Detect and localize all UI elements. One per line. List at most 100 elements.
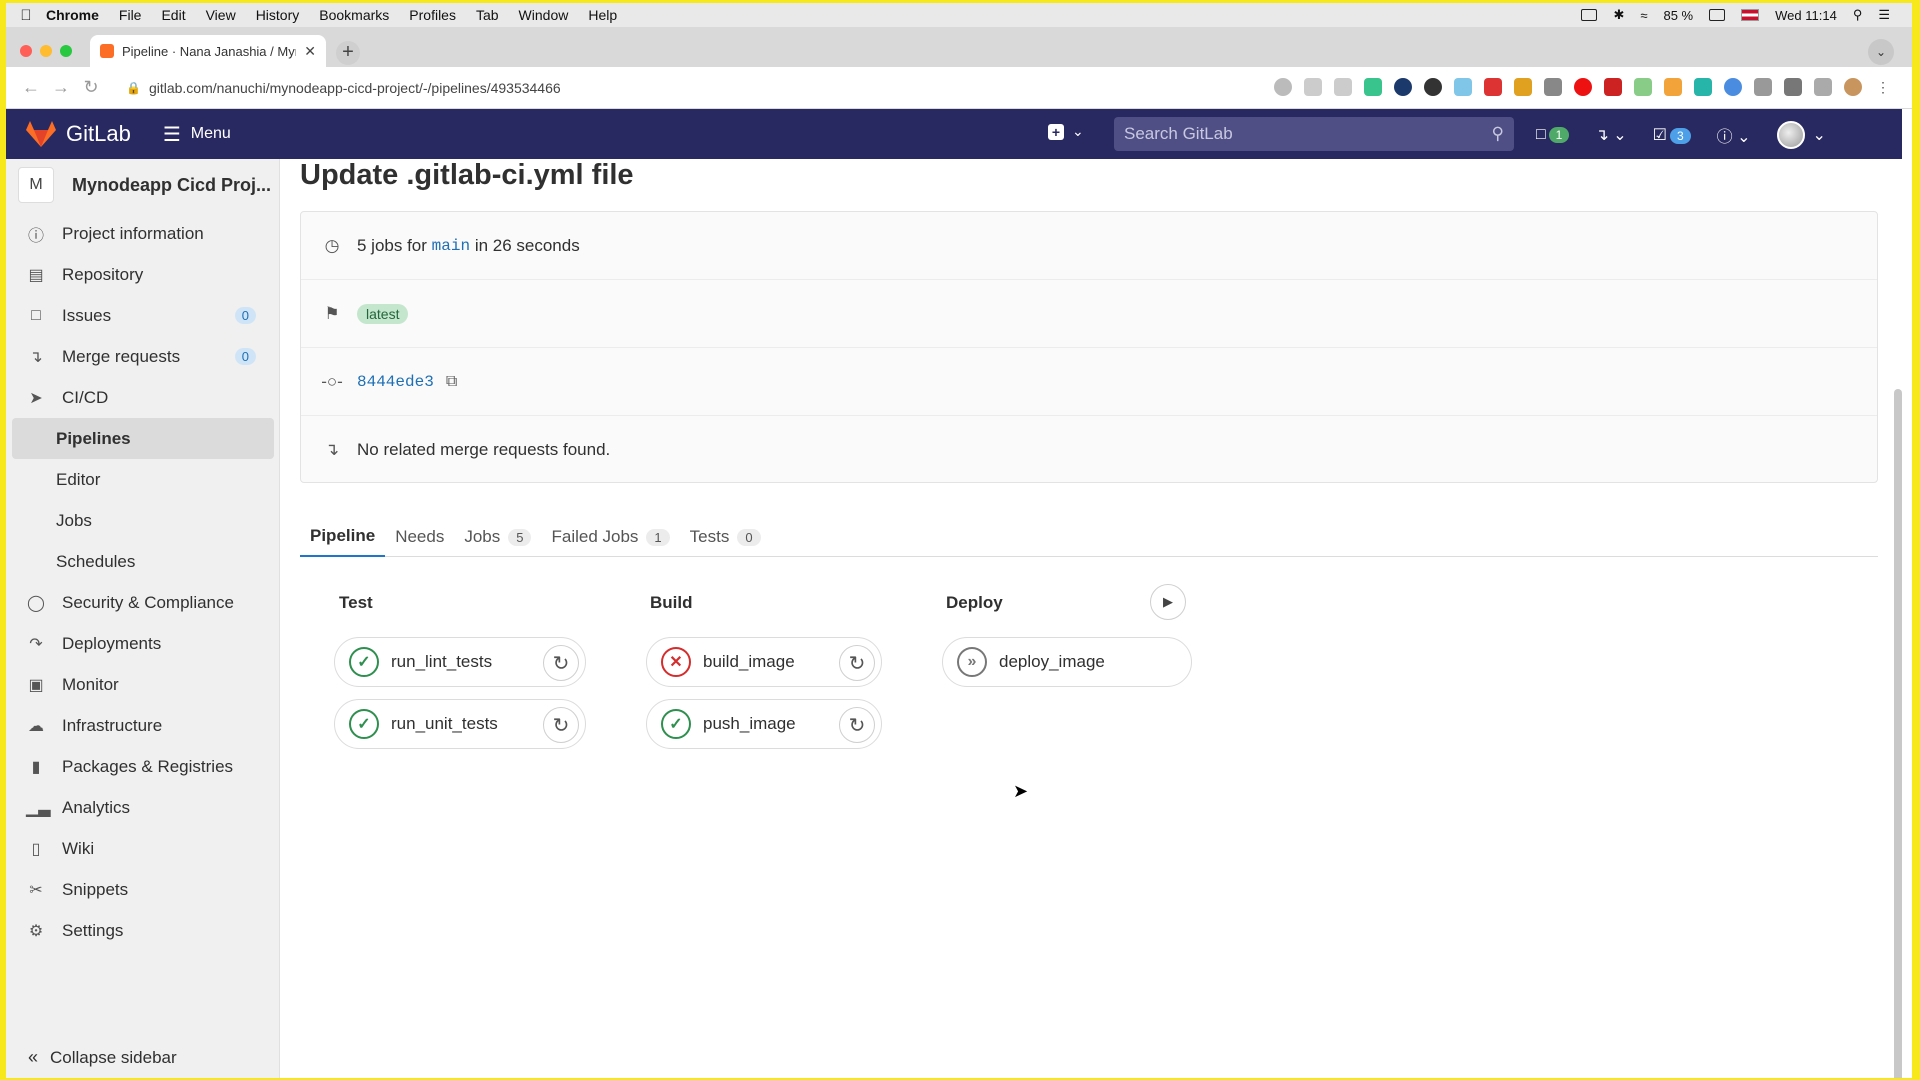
sidebar-item-repository[interactable]: ▤ Repository — [6, 254, 280, 295]
tab-jobs[interactable]: Jobs 5 — [454, 517, 541, 557]
extension-pinterest-icon[interactable] — [1574, 78, 1592, 96]
menu-view[interactable]: View — [206, 7, 236, 23]
extension-dark-icon[interactable] — [1424, 78, 1442, 96]
merge-requests-dropdown[interactable]: ↴ ⌄ — [1595, 125, 1626, 145]
sidebar-item-editor[interactable]: Editor — [6, 459, 280, 500]
menu-button[interactable]: ☰ Menu — [163, 122, 231, 147]
menu-file[interactable]: File — [119, 7, 142, 23]
maximize-window-icon[interactable] — [60, 45, 72, 57]
screen-record-icon[interactable] — [1581, 9, 1598, 21]
menu-tab[interactable]: Tab — [476, 7, 499, 23]
extension-red-icon[interactable] — [1484, 78, 1502, 96]
sidebar-item-snippets[interactable]: ✂ Snippets — [6, 869, 280, 910]
sidebar-item-analytics[interactable]: ▁▃ Analytics — [6, 787, 280, 828]
reload-icon[interactable]: ↻ — [76, 77, 106, 98]
bluetooth-icon[interactable]: ✱ — [1613, 7, 1624, 23]
tab-needs[interactable]: Needs — [385, 517, 454, 557]
back-icon[interactable]: ← — [16, 77, 46, 98]
menu-bookmarks[interactable]: Bookmarks — [319, 7, 389, 23]
extension-timer-icon[interactable] — [1454, 78, 1472, 96]
spotlight-icon[interactable]: ⚲ — [1853, 7, 1863, 23]
bookmark-star-icon[interactable] — [1334, 78, 1352, 96]
extension-n-icon[interactable] — [1364, 78, 1382, 96]
share-icon[interactable] — [1304, 78, 1322, 96]
apple-icon[interactable]:  — [6, 7, 46, 24]
menu-help[interactable]: Help — [588, 7, 617, 23]
play-stage-icon[interactable]: ▶ — [1150, 584, 1186, 620]
retry-icon[interactable]: ↻ — [839, 645, 875, 681]
lock-icon[interactable]: 🔒 — [126, 81, 141, 95]
battery-icon[interactable] — [1709, 9, 1726, 21]
more-vert-icon[interactable]: ⋮ — [1874, 78, 1892, 96]
extension-pen-icon[interactable] — [1634, 78, 1652, 96]
control-center-icon[interactable]: ☰ — [1878, 7, 1890, 23]
zoom-icon[interactable] — [1274, 78, 1292, 96]
reading-list-icon[interactable] — [1814, 78, 1832, 96]
menu-history[interactable]: History — [256, 7, 300, 23]
copy-icon[interactable]: ⧉ — [446, 373, 457, 391]
retry-icon[interactable]: ↻ — [543, 707, 579, 743]
extension-youtube-icon[interactable] — [1604, 78, 1622, 96]
collapse-sidebar-button[interactable]: « Collapse sidebar — [28, 1047, 177, 1068]
new-dropdown[interactable]: + ⌄ — [1048, 123, 1084, 140]
extension-orange-icon[interactable] — [1664, 78, 1682, 96]
minimize-window-icon[interactable] — [40, 45, 52, 57]
job-run-unit-tests[interactable]: ✓ run_unit_tests ↻ — [334, 699, 586, 749]
menu-app[interactable]: Chrome — [46, 7, 99, 23]
scrollbar[interactable] — [1894, 389, 1902, 1078]
close-tab-icon[interactable]: ✕ — [304, 43, 316, 60]
new-tab-icon[interactable]: + — [336, 41, 360, 65]
branch-link[interactable]: main — [432, 237, 470, 255]
extension-badge-icon[interactable] — [1514, 78, 1532, 96]
tab-failed-jobs[interactable]: Failed Jobs 1 — [541, 517, 679, 557]
gitlab-logo[interactable]: GitLab — [26, 120, 131, 148]
sidebar-item-pipelines[interactable]: Pipelines — [12, 418, 274, 459]
user-menu[interactable]: ⌄ — [1776, 121, 1826, 149]
clock[interactable]: Wed 11:14 — [1775, 8, 1837, 23]
puzzle-icon[interactable] — [1784, 78, 1802, 96]
job-run-lint-tests[interactable]: ✓ run_lint_tests ↻ — [334, 637, 586, 687]
retry-icon[interactable]: ↻ — [839, 707, 875, 743]
extension-grey-icon[interactable] — [1544, 78, 1562, 96]
issues-shortcut[interactable]: □ 1 — [1536, 126, 1570, 144]
sidebar-item-packages[interactable]: ▮ Packages & Registries — [6, 746, 280, 787]
retry-icon[interactable]: ↻ — [543, 645, 579, 681]
input-source-flag-icon[interactable] — [1741, 9, 1760, 21]
job-build-image[interactable]: ✕ build_image ↻ — [646, 637, 882, 687]
job-push-image[interactable]: ✓ push_image ↻ — [646, 699, 882, 749]
todos-shortcut[interactable]: ☑ 3 — [1653, 125, 1691, 145]
sidebar-item-monitor[interactable]: ▣ Monitor — [6, 664, 280, 705]
forward-icon[interactable]: → — [46, 77, 76, 98]
sidebar-item-project-information[interactable]: ⓘ Project information — [6, 213, 280, 254]
help-dropdown[interactable]: ⓘ ⌄ — [1717, 123, 1751, 147]
sidebar-item-cicd[interactable]: ➤ CI/CD — [6, 377, 280, 418]
job-deploy-image[interactable]: » deploy_image — [942, 637, 1192, 687]
extension-o-icon[interactable] — [1394, 78, 1412, 96]
sidebar-item-settings[interactable]: ⚙ Settings — [6, 910, 280, 951]
sidebar-item-wiki[interactable]: ▯ Wiki — [6, 828, 280, 869]
sidebar-item-merge-requests[interactable]: ↴ Merge requests 0 — [6, 336, 280, 377]
sidebar-item-jobs[interactable]: Jobs — [6, 500, 280, 541]
extension-cross-icon[interactable] — [1754, 78, 1772, 96]
close-window-icon[interactable] — [20, 45, 32, 57]
sidebar-item-deployments[interactable]: ↷ Deployments — [6, 623, 280, 664]
sidebar-item-security[interactable]: ◯ Security & Compliance — [6, 582, 280, 623]
browser-tab[interactable]: Pipeline · Nana Janashia / Myn ✕ — [90, 35, 326, 67]
menu-window[interactable]: Window — [519, 7, 569, 23]
menu-profiles[interactable]: Profiles — [409, 7, 456, 23]
project-header[interactable]: M Mynodeapp Cicd Proj... — [18, 167, 271, 203]
sidebar-item-infrastructure[interactable]: ☁ Infrastructure — [6, 705, 280, 746]
extension-blue-icon[interactable] — [1724, 78, 1742, 96]
profile-avatar[interactable] — [1844, 78, 1862, 96]
tab-search-icon[interactable]: ⌄ — [1868, 39, 1894, 65]
search-input[interactable]: Search GitLab ⚲ — [1114, 117, 1514, 151]
url-field[interactable]: 🔒 gitlab.com/nanuchi/mynodeapp-cicd-proj… — [126, 80, 561, 96]
menu-edit[interactable]: Edit — [161, 7, 185, 23]
sidebar-item-schedules[interactable]: Schedules — [6, 541, 280, 582]
tab-pipeline[interactable]: Pipeline — [300, 517, 386, 557]
extension-m-icon[interactable] — [1694, 78, 1712, 96]
wifi-icon[interactable]: ≈ — [1640, 8, 1647, 23]
tab-tests[interactable]: Tests 0 — [680, 517, 771, 557]
sidebar-item-issues[interactable]: □ Issues 0 — [6, 295, 280, 336]
commit-link[interactable]: 8444ede3 — [357, 373, 434, 391]
